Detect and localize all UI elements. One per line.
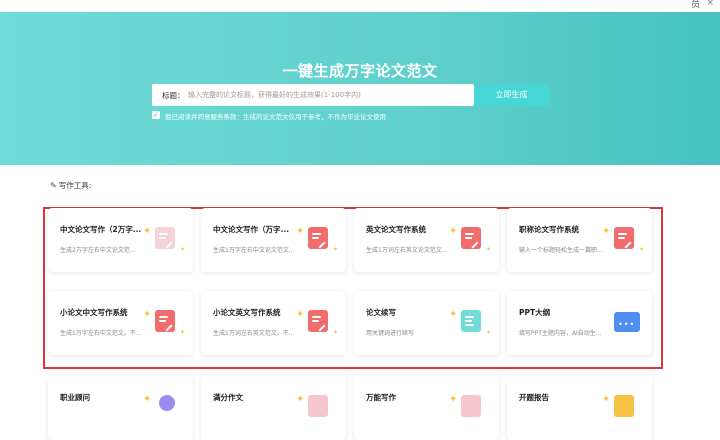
document-red-icon — [308, 227, 328, 249]
card-title: 职业顾问 — [60, 393, 90, 402]
sparkle-small-icon: ✦ — [179, 329, 185, 336]
sparkle-icon: ✦ — [602, 226, 611, 237]
sparkle-icon: ✦ — [449, 309, 458, 320]
document-yellow-icon — [614, 395, 634, 417]
document-red-icon — [614, 227, 634, 249]
sparkle-icon: ✦ — [143, 394, 152, 405]
agreement-text: 我已阅读并同意服务条款：生成的论文范文仅用于参考，不作为毕业论文使用 — [165, 113, 386, 121]
sparkle-small-icon: ✦ — [179, 246, 185, 253]
tools-section-label: ✎ 写作工具: — [50, 180, 91, 191]
sparkle-icon: ✦ — [602, 394, 611, 405]
tool-card[interactable]: PPT大纲 填写PPT主题内容，AI自动生... ••• — [507, 291, 652, 355]
document-red-icon — [308, 310, 328, 332]
tool-card[interactable]: 论文续写 用关键词进行续写 ✦ ✦ — [354, 291, 499, 355]
search-box: 标题： — [152, 84, 474, 106]
card-title: PPT大纲 — [519, 308, 551, 317]
document-pink-icon — [155, 227, 175, 249]
tool-card[interactable]: 满分作文 ✦ — [201, 376, 346, 440]
card-title: 满分作文 — [213, 393, 243, 402]
card-desc: 用关键词进行续写 — [366, 330, 415, 337]
card-title: 中文论文写作（万字... — [213, 225, 290, 234]
card-title: 万能写作 — [366, 393, 396, 402]
card-title: 论文续写 — [366, 308, 396, 317]
sparkle-small-icon: ✦ — [485, 246, 491, 253]
tool-card[interactable]: 开题报告 ✦ — [507, 376, 652, 440]
card-desc: 生成1万字左右中文论文范文... — [213, 247, 295, 254]
tool-card[interactable]: 职称论文写作系统 输入一个标题轻松生成一篇职... ✦ ✦ — [507, 208, 652, 272]
card-desc: 生成1万字左右中文范文。不... — [60, 330, 142, 337]
card-desc: 生成2万字左右中文论文范... — [60, 247, 136, 254]
sparkle-small-icon: ✦ — [332, 329, 338, 336]
tools-label-text: 写作工具: — [58, 181, 92, 190]
sparkle-icon: ✦ — [296, 309, 305, 320]
hero-title: 一键生成万字论文范文 — [282, 62, 438, 80]
tool-card[interactable]: 小论文中文写作系统 生成1万字左右中文范文。不... ✦ ✦ — [48, 291, 193, 355]
hero-banner: 一键生成万字论文范文 标题： 立即生成 ✓ 我已阅读并同意服务条款：生成的论文范… — [0, 12, 720, 165]
user-label[interactable]: 员 — [691, 0, 700, 10]
card-title: 中文论文写作（2万字... — [60, 225, 142, 234]
sparkle-icon: ✦ — [296, 226, 305, 237]
tool-card[interactable]: 中文论文写作（2万字... 生成2万字左右中文论文范... ✦ ✦ — [48, 208, 193, 272]
pencil-icon: ✎ — [50, 181, 57, 190]
sparkle-icon: ✦ — [449, 226, 458, 237]
window-top-bar: 员 × — [0, 0, 720, 12]
sparkle-icon: ✦ — [143, 309, 152, 320]
card-desc: 生成1万词左右英文范文。不... — [213, 330, 295, 337]
person-purple-icon — [159, 395, 175, 411]
close-icon[interactable]: × — [706, 0, 714, 8]
document-red-icon — [155, 310, 175, 332]
document-teal-icon — [461, 310, 481, 332]
search-label: 标题： — [162, 91, 185, 100]
card-title: 小论文英文写作系统 — [213, 308, 281, 317]
tool-card[interactable]: 职业顾问 ✦ — [48, 376, 193, 440]
sparkle-small-icon: ✦ — [332, 246, 338, 253]
tool-card[interactable]: 万能写作 ✦ — [354, 376, 499, 440]
sparkle-small-icon: ✦ — [638, 246, 644, 253]
tool-card[interactable]: 中文论文写作（万字... 生成1万字左右中文论文范文... ✦ ✦ — [201, 208, 346, 272]
tool-card[interactable]: 小论文英文写作系统 生成1万词左右英文范文。不... ✦ ✦ — [201, 291, 346, 355]
card-desc: 生成1万词左右英文论文范文... — [366, 247, 448, 254]
document-red-icon — [461, 227, 481, 249]
sparkle-icon: ✦ — [296, 394, 305, 405]
agreement-checkbox[interactable]: ✓ — [152, 111, 160, 119]
presentation-blue-icon: ••• — [614, 312, 640, 332]
card-desc: 填写PPT主题内容，AI自动生... — [519, 330, 602, 337]
document-pink-icon — [461, 395, 481, 417]
card-title: 开题报告 — [519, 393, 549, 402]
card-title: 小论文中文写作系统 — [60, 308, 128, 317]
card-title: 职称论文写作系统 — [519, 225, 579, 234]
title-input[interactable] — [188, 87, 468, 103]
sparkle-icon: ✦ — [449, 394, 458, 405]
generate-button[interactable]: 立即生成 — [474, 84, 549, 106]
tool-card[interactable]: 英文论文写作系统 生成1万词左右英文论文范文... ✦ ✦ — [354, 208, 499, 272]
document-pink-icon — [308, 395, 328, 417]
sparkle-small-icon: ✦ — [485, 329, 491, 336]
sparkle-icon: ✦ — [143, 226, 152, 237]
card-title: 英文论文写作系统 — [366, 225, 426, 234]
card-desc: 输入一个标题轻松生成一篇职... — [519, 247, 603, 254]
